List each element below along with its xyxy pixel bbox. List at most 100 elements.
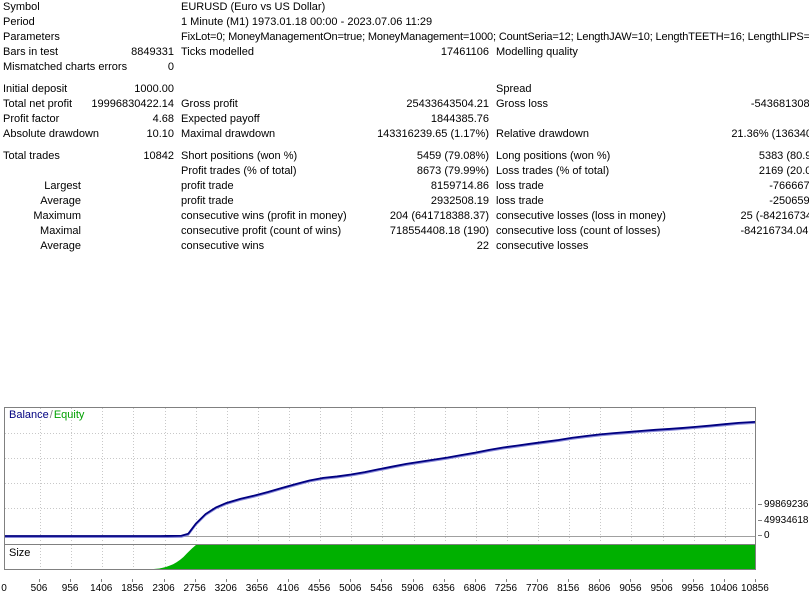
report-row: Bars in test 8849331 Ticks modelled 1746110… — [0, 45, 809, 60]
report-cell-5: consecutive losses — [496, 240, 589, 252]
strategy-tester-report: Symbol EURUSD (Euro vs US Dollar) Period 1 … — [0, 0, 809, 600]
report-row: Symbol EURUSD (Euro vs US Dollar) — [0, 0, 809, 15]
balance-line — [5, 420, 755, 537]
report-cell-1: Initial deposit — [3, 83, 68, 95]
report-cell-6: 25 (-84216734.04) — [740, 210, 809, 222]
report-cell-2: 19996830422.14 — [91, 98, 174, 110]
report-row: Average consecutive wins 22 consecutive los… — [0, 239, 809, 254]
spacer-cell — [0, 142, 809, 149]
report-cell-1: Largest — [44, 180, 81, 192]
report-cell-6 — [648, 112, 809, 127]
report-cell-6: -5436813082.07 — [750, 98, 809, 110]
size-area — [5, 545, 755, 569]
report-cell-6: 20 — [648, 82, 809, 97]
report-cell-3: Profit trades (% of total) — [181, 165, 297, 177]
report-cell-1: Maximum — [33, 210, 81, 222]
report-cell-5: Gross loss — [496, 98, 548, 110]
chart-legend: Balance/Equity — [9, 409, 84, 421]
report-cell-3: Expected payoff — [181, 113, 260, 125]
x-tick-mark — [39, 579, 40, 582]
x-tick-mark — [506, 579, 507, 582]
report-cell-2: 1000.00 — [134, 83, 174, 95]
x-tick-mark — [319, 579, 320, 582]
report-cell-3: Ticks modelled — [181, 46, 254, 58]
report-cell-3: Gross profit — [181, 98, 238, 110]
report-cell-1: Mismatched charts errors — [3, 61, 128, 73]
y-tick-label: 0 — [764, 530, 770, 541]
report-cell-2 — [85, 30, 178, 45]
report-cell-5 — [493, 15, 648, 30]
report-cell-5: loss trade — [496, 195, 544, 207]
report-cell-2 — [85, 209, 178, 224]
size-panel-label: Size — [9, 547, 31, 559]
report-row: Maximum consecutive wins (profit in money… — [0, 209, 809, 224]
report-cell-3: consecutive wins — [181, 240, 265, 252]
report-cell-3: profit trade — [181, 195, 234, 207]
x-tick-mark — [537, 579, 538, 582]
report-cell-1: Symbol — [3, 1, 40, 13]
x-tick-mark — [132, 579, 133, 582]
report-cell-4: 143316239.65 (1.17%) — [377, 128, 489, 140]
report-cell-3: consecutive profit (count of wins) — [181, 225, 342, 237]
y-tick-label: 99869236 — [764, 499, 809, 510]
equity-chart[interactable]: Balance/Equity Size — [4, 407, 756, 570]
report-cell-1: Absolute drawdown — [3, 128, 100, 140]
balance-panel[interactable]: Balance/Equity — [5, 408, 755, 543]
report-cell-5: Long positions (won %) — [496, 150, 611, 162]
report-cell-5: Loss trades (% of total) — [496, 165, 610, 177]
x-tick-mark — [693, 579, 694, 582]
size-histogram — [5, 545, 755, 569]
report-cell-1: Average — [40, 195, 81, 207]
x-tick-mark — [381, 579, 382, 582]
y-tick-mark — [758, 520, 762, 521]
report-cell-5 — [493, 112, 648, 127]
report-cell-4: 718554408.18 (190) — [389, 225, 489, 237]
report-cell-3 — [178, 60, 333, 75]
report-row: Absolute drawdown 10.10 Maximal drawdown 14… — [0, 127, 809, 142]
report-cell-1: Profit factor — [3, 113, 60, 125]
report-cell-6: 21.36% (136340.88) — [731, 128, 809, 140]
report-cell-5: consecutive losses (loss in money) — [496, 210, 666, 222]
y-axis-labels: 0 49934618 99869236 — [758, 407, 809, 570]
report-cell-6: 2169 (20.01%) — [758, 165, 809, 177]
report-row: Average profit trade 2932508.19 loss trade -… — [0, 194, 809, 209]
legend-equity-label: Equity — [53, 409, 85, 421]
report-cell-6 — [648, 0, 809, 15]
report-cell-5 — [493, 0, 648, 15]
report-cell-5: consecutive loss (count of losses) — [496, 225, 661, 237]
report-cell-6 — [648, 15, 809, 30]
report-cell-1: Parameters — [3, 31, 60, 43]
report-cell-4 — [333, 82, 493, 97]
report-cell-6: -7666672.80 — [769, 180, 809, 192]
report-cell-6 — [648, 60, 809, 75]
report-cell-1: Maximal — [40, 225, 81, 237]
size-panel[interactable]: Size — [5, 544, 755, 570]
x-tick-mark — [164, 579, 165, 582]
report-cell-2 — [85, 224, 178, 239]
report-cell-3: profit trade — [181, 180, 234, 192]
report-row: Mismatched charts errors 0 — [0, 60, 809, 75]
report-cell-2: 8849331 — [131, 46, 174, 58]
report-cell-1: Average — [40, 240, 81, 252]
report-row: Maximal consecutive profit (count of wins… — [0, 224, 809, 239]
x-tick-mark — [568, 579, 569, 582]
report-cell-1: Period — [3, 16, 35, 28]
report-row: Largest profit trade 8159714.86 loss trade -… — [0, 179, 809, 194]
report-cell-6: 5383 (80.92%) — [758, 150, 809, 162]
report-cell-4: 8673 (79.99%) — [416, 165, 489, 177]
x-tick-mark — [257, 579, 258, 582]
report-spacer-row — [0, 142, 809, 149]
report-cell-1: Bars in test — [3, 46, 59, 58]
x-tick-mark — [662, 579, 663, 582]
report-cell-5 — [493, 60, 648, 75]
report-cell-1: Total trades — [3, 150, 60, 162]
report-row: Profit factor 4.68 Expected payoff 1844385.… — [0, 112, 809, 127]
report-cell-4 — [333, 0, 493, 15]
report-table-body: Symbol EURUSD (Euro vs US Dollar) Period 1 … — [0, 0, 809, 254]
report-cell-3: FixLot=0; MoneyManagementOn=true; MoneyM… — [181, 31, 809, 43]
report-cell-4: 1844385.76 — [430, 113, 489, 125]
x-tick-mark — [413, 579, 414, 582]
report-cell-2: 10842 — [143, 150, 174, 162]
legend-balance-label: Balance — [9, 409, 49, 421]
report-cell-2 — [85, 15, 178, 30]
